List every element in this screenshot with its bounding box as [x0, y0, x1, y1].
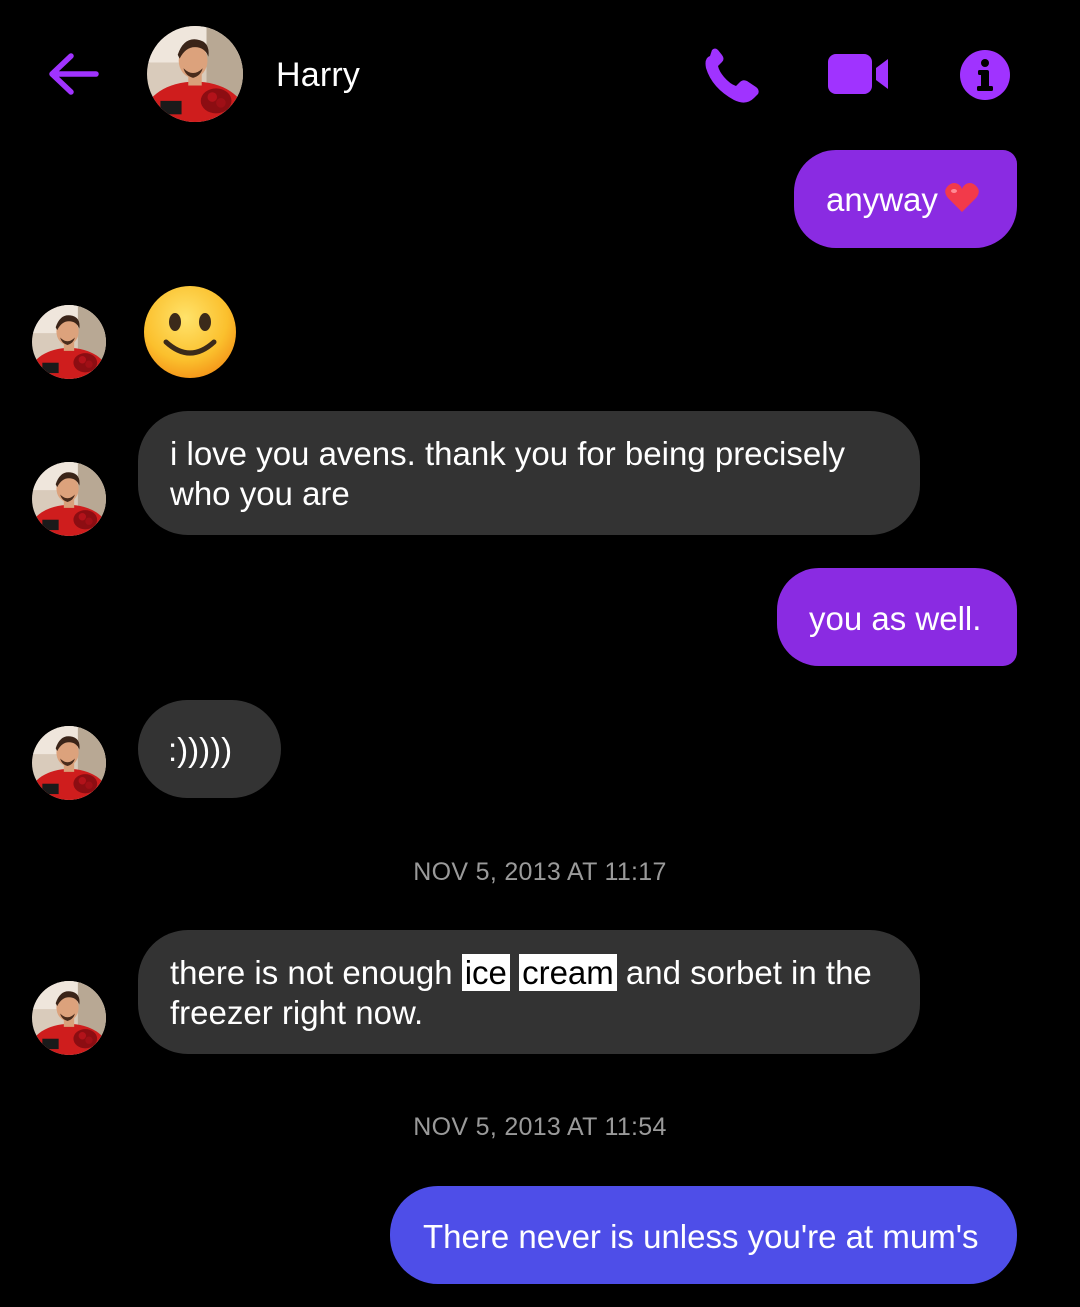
info-icon — [960, 50, 1010, 100]
back-arrow-icon — [49, 53, 99, 95]
message-bubble-incoming[interactable]: :))))) — [138, 700, 281, 798]
message-bubble-outgoing[interactable]: anyway — [794, 150, 1017, 248]
message-text: :))))) — [168, 731, 233, 768]
message-text: anyway — [826, 181, 938, 218]
timestamp-divider: NOV 5, 2013 AT 11:17 — [413, 858, 667, 886]
message-bubble-incoming[interactable]: there is not enough ice cream and sorbet… — [138, 930, 920, 1054]
phone-icon — [705, 48, 759, 103]
highlighted-word[interactable]: cream — [519, 954, 617, 991]
message-text: i love you avens. thank you for being pr… — [170, 435, 846, 512]
timestamp-divider: NOV 5, 2013 AT 11:54 — [413, 1113, 667, 1141]
voice-call-button[interactable] — [700, 46, 764, 104]
message-bubble-outgoing[interactable]: There never is unless you're at mum's — [390, 1186, 1017, 1284]
message-text: there is not enough — [170, 954, 462, 991]
video-call-button[interactable] — [824, 50, 894, 100]
message-bubble-outgoing[interactable]: you as well. — [777, 568, 1017, 666]
back-button[interactable] — [44, 48, 102, 100]
conversation-info-button[interactable] — [958, 48, 1012, 102]
sender-avatar[interactable] — [32, 726, 106, 800]
contact-name[interactable]: Harry — [276, 56, 360, 95]
contact-avatar[interactable] — [147, 26, 243, 122]
red-heart-emoji-icon — [944, 181, 980, 224]
message-text: There never is unless you're at mum's — [423, 1218, 979, 1255]
highlighted-word[interactable]: ice — [461, 954, 510, 991]
message-text: you as well. — [809, 600, 982, 637]
message-bubble-incoming[interactable]: i love you avens. thank you for being pr… — [138, 411, 920, 535]
sender-avatar[interactable] — [32, 462, 106, 536]
video-camera-icon — [828, 54, 888, 94]
slightly-smiling-face-emoji-icon[interactable] — [142, 284, 238, 380]
sender-avatar[interactable] — [32, 305, 106, 379]
sender-avatar[interactable] — [32, 981, 106, 1055]
